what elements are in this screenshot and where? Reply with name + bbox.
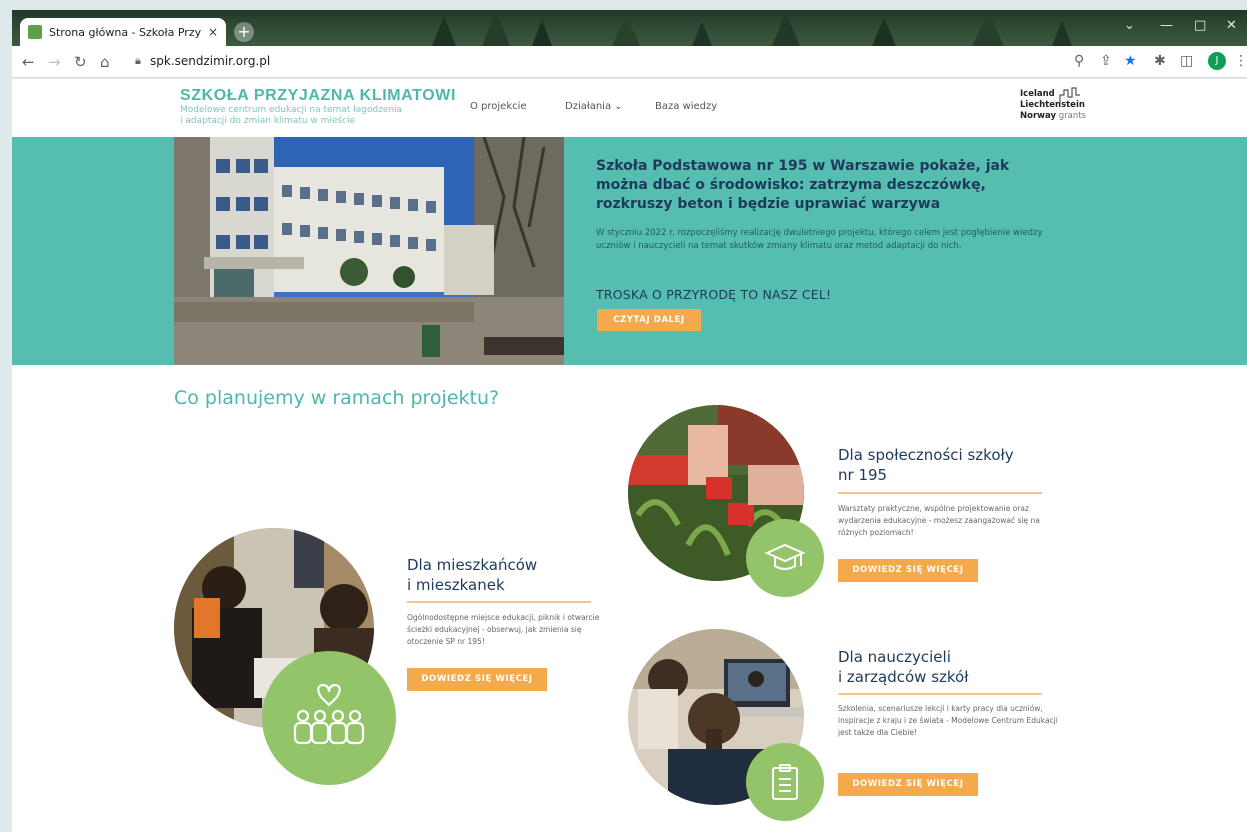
tab-title: Strona główna - Szkoła Przyjazna Klimato… [49, 25, 201, 39]
card-residents-title-line1: Dla mieszkańców [407, 556, 538, 574]
site-logo[interactable]: SZKOŁA PRZYJAZNA KLIMATOWI Modelowe cent… [180, 87, 456, 127]
card-teachers-title: Dla nauczycieli i zarządców szkół [838, 647, 969, 687]
browser-tab[interactable]: Strona główna - Szkoła Przyjazna Klimato… [20, 18, 226, 46]
tab-search-chevron-icon[interactable]: ⌄ [1124, 18, 1135, 33]
minimize-window-icon[interactable]: — [1160, 18, 1173, 33]
reload-icon[interactable]: ↻ [74, 53, 87, 71]
clipboard-icon [746, 743, 824, 821]
card-residents-title-line2: i mieszkanek [407, 576, 505, 594]
lock-icon[interactable]: 🔒︎ [135, 54, 141, 68]
card-school-divider [838, 492, 1042, 494]
extensions-puzzle-icon[interactable]: ✱ [1154, 53, 1166, 69]
nav-item-actions[interactable]: Działania ⌄ [565, 101, 623, 112]
side-panel-icon[interactable]: ◫ [1180, 53, 1193, 69]
community-icon [262, 651, 396, 785]
maximize-window-icon[interactable]: □ [1194, 18, 1206, 33]
brand-subtitle-line1: Modelowe centrum edukacji na temat łagod… [180, 105, 403, 115]
residents-learn-more-button[interactable]: DOWIEDZ SIĘ WIĘCEJ [407, 668, 547, 691]
card-school-title: Dla społeczności szkoły nr 195 [838, 445, 1014, 485]
grants-suffix: grants [1056, 111, 1086, 121]
hero-title: Szkoła Podstawowa nr 195 w Warszawie pok… [596, 158, 1010, 212]
card-teachers-text: Szkolenia, scenariusze lekcji i karty pr… [838, 704, 1058, 737]
school-learn-more-button[interactable]: DOWIEDZ SIĘ WIĘCEJ [838, 559, 978, 582]
browser-toolbar: ← → ↻ ⌂ 🔒︎ spk.sendzimir.org.pl ⚲ ⇪ ★ ✱ … [12, 46, 1247, 78]
menu-dots-icon[interactable]: ⋮ [1234, 53, 1247, 69]
card-residents-title: Dla mieszkańców i mieszkanek [407, 555, 537, 595]
read-more-button[interactable]: CZYTAJ DALEJ [597, 309, 701, 331]
tab-close-icon[interactable]: × [208, 25, 218, 39]
eea-grants-logo[interactable]: Iceland Liechtenstein Norway grants [1020, 87, 1086, 122]
site-favicon-icon [28, 25, 42, 39]
brand-subtitle-line2: i adaptacji do zmian klimatu w mieście [180, 116, 356, 126]
grants-norway: Norway [1020, 111, 1057, 121]
back-arrow-icon[interactable]: ← [22, 53, 35, 71]
card-school-title-line2: nr 195 [838, 466, 888, 484]
home-icon[interactable]: ⌂ [100, 53, 110, 71]
grants-line-norway: Norway grants [1020, 111, 1086, 122]
graduation-cap-icon [746, 519, 824, 597]
brand-title: SZKOŁA PRZYJAZNA KLIMATOWI [180, 87, 457, 104]
teachers-learn-more-button[interactable]: DOWIEDZ SIĘ WIĘCEJ [838, 773, 978, 796]
section-title: Co planujemy w ramach projektu? [174, 387, 500, 409]
grants-flag-mark-icon [1059, 87, 1080, 103]
card-teachers-title-line2: i zarządców szkół [838, 668, 969, 686]
profile-avatar[interactable]: J [1208, 52, 1226, 70]
close-window-icon[interactable]: ✕ [1226, 18, 1237, 33]
hero-slogan: TROSKA O PRZYRODĘ TO NASZ CEL! [596, 287, 832, 302]
address-bar[interactable]: spk.sendzimir.org.pl [150, 54, 270, 68]
web-page: SZKOŁA PRZYJAZNA KLIMATOWI Modelowe cent… [12, 79, 1247, 832]
new-tab-button[interactable]: + [234, 22, 254, 42]
card-teachers-divider [838, 693, 1042, 695]
zoom-icon[interactable]: ⚲ [1074, 53, 1084, 69]
card-residents-text: Ogólnodostępne miejsce edukacji, piknik … [407, 613, 600, 646]
nav-item-about[interactable]: O projekcie [470, 101, 527, 112]
share-icon[interactable]: ⇪ [1100, 53, 1112, 69]
nav-item-knowledge[interactable]: Baza wiedzy [655, 101, 717, 112]
browser-titlebar: Strona główna - Szkoła Przyjazna Klimato… [12, 10, 1247, 46]
hero-description: W styczniu 2022 r. rozpoczęliśmy realiza… [596, 228, 1043, 251]
school-building-photo [174, 137, 564, 365]
forward-arrow-icon[interactable]: → [48, 53, 61, 71]
card-residents-divider [407, 601, 591, 603]
bookmark-star-icon[interactable]: ★ [1124, 53, 1137, 69]
card-teachers-title-line1: Dla nauczycieli [838, 648, 951, 666]
card-school-title-line1: Dla społeczności szkoły [838, 446, 1014, 464]
card-school-text: Warsztaty praktyczne, wspólne projektowa… [838, 504, 1040, 537]
hero-banner: Szkoła Podstawowa nr 195 w Warszawie pok… [12, 137, 1247, 365]
